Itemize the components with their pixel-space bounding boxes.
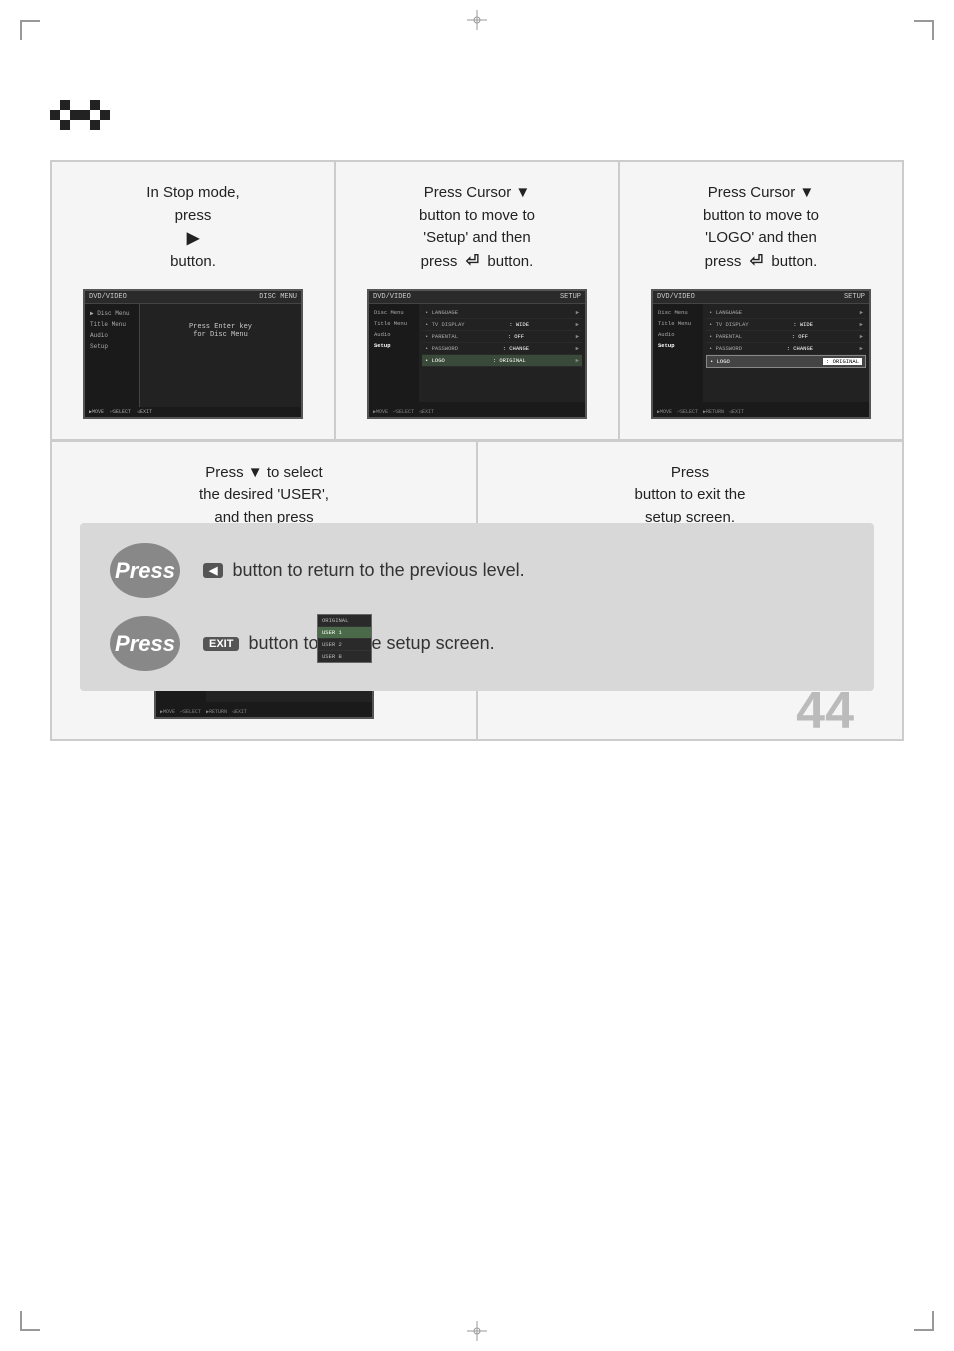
screen-4-footer: ▶MOVE ⏎SELECT ▶RETURN ◁EXIT [156, 707, 372, 717]
s3-disc-menu: Disc Menu [656, 307, 700, 318]
s3-setup: Setup [656, 340, 700, 351]
s2-title-menu: Title Menu [372, 318, 416, 329]
sidebar-title-menu: Title Menu [88, 319, 136, 330]
note-2-press-text: Press [115, 631, 175, 657]
screen-1-center-text: Press Enter keyfor Disc Menu [144, 308, 297, 339]
submenu-original: ORIGINAL [318, 615, 371, 627]
step-2-button-hint: ⏎ [466, 253, 479, 270]
main-content: In Stop mode,press▶button. DVD/VIDEO DIS… [50, 160, 904, 771]
crosshair-top [467, 10, 487, 30]
corner-mark-br [914, 1311, 934, 1331]
crosshair-bottom [467, 1321, 487, 1341]
screen-3-footer: ▶MOVE ⏎SELECT ▶RETURN ◁EXIT [653, 407, 869, 417]
screen-1-body: ▶ Disc Menu Title Menu Audio Setup Press… [85, 304, 301, 414]
step-5-text: Pressbutton to exit thesetup screen. [635, 462, 746, 530]
brand-logo-icon [50, 100, 110, 145]
note-1-content: ◀ button to return to the previous level… [200, 558, 525, 583]
s3-parental: • PARENTAL: OFF▶ [706, 331, 866, 343]
sidebar-disc-menu: ▶ Disc Menu [88, 308, 136, 319]
s2-audio: Audio [372, 329, 416, 340]
screen-2-sidebar: Disc Menu Title Menu Audio Setup [369, 304, 419, 402]
step-1-button-hint: ▶ [187, 230, 199, 247]
s2-disc-menu: Disc Menu [372, 307, 416, 318]
s3-logo: • LOGO: ORIGINAL [706, 355, 866, 368]
step-cell-1: In Stop mode,press▶button. DVD/VIDEO DIS… [51, 161, 335, 440]
screen-1-sidebar: ▶ Disc Menu Title Menu Audio Setup [85, 304, 140, 414]
note-1-badge: Press [110, 543, 180, 598]
note-row-1: Press ◀ button to return to the previous… [110, 543, 844, 598]
screen-1-mockup: DVD/VIDEO DISC MENU ▶ Disc Menu Title Me… [83, 289, 303, 419]
note-2-badge: Press [110, 616, 180, 671]
s3-audio: Audio [656, 329, 700, 340]
spacer-1 [50, 741, 904, 771]
logo-area [50, 100, 110, 150]
s2-setup: Setup [372, 340, 416, 351]
s3-tv-display: • TV DISPLAY: WIDE▶ [706, 319, 866, 331]
submenu-user2: USER 2 [318, 639, 371, 651]
note-1-button-icon: ◀ [203, 563, 223, 578]
screen-3-mockup: DVD/VIDEO SETUP Disc Menu Title Menu Aud… [651, 289, 871, 419]
steps-row-1: In Stop mode,press▶button. DVD/VIDEO DIS… [50, 160, 904, 441]
step-cell-2: Press Cursor ▼button to move to'Setup' a… [335, 161, 619, 440]
screen-2-body: Disc Menu Title Menu Audio Setup • LANGU… [369, 304, 585, 402]
corner-mark-tl [20, 20, 40, 40]
bottom-notes-section: Press ◀ button to return to the previous… [80, 523, 874, 691]
step-cell-3: Press Cursor ▼button to move to'LOGO' an… [619, 161, 903, 440]
sidebar-audio: Audio [88, 330, 136, 341]
screen-3-header: DVD/VIDEO SETUP [653, 291, 869, 304]
screen-1-header: DVD/VIDEO DISC MENU [85, 291, 301, 304]
screen-1-main: Press Enter keyfor Disc Menu [140, 304, 301, 414]
note-2-button-icon: EXIT [203, 637, 239, 651]
screen-1-footer: ▶MOVE ⏎SELECT ◁EXIT [85, 407, 301, 417]
s3-password: • PASSWORD: CHANGE▶ [706, 343, 866, 355]
step-3-text: Press Cursor ▼button to move to'LOGO' an… [703, 182, 819, 274]
corner-mark-bl [20, 1311, 40, 1331]
step-1-text: In Stop mode,press▶button. [146, 182, 239, 274]
page-number: 44 [796, 681, 854, 741]
s2-logo: • LOGO: ORIGINAL▶ [422, 355, 582, 367]
submenu-userb: USER B [318, 651, 371, 662]
screen-2-footer: ▶MOVE ⏎SELECT ◁EXIT [369, 407, 585, 417]
corner-mark-tr [914, 20, 934, 40]
submenu-overlay: ORIGINAL USER 1 USER 2 USER B [317, 614, 372, 663]
s3-language: • LANGUAGE▶ [706, 307, 866, 319]
note-1-press-text: Press [115, 558, 175, 584]
s2-tv-display: • TV DISPLAY: WIDE▶ [422, 319, 582, 331]
screen-3-body: Disc Menu Title Menu Audio Setup • LANGU… [653, 304, 869, 402]
s3-title-menu: Title Menu [656, 318, 700, 329]
step-3-button-hint: ⏎ [750, 253, 763, 270]
page-container: In Stop mode,press▶button. DVD/VIDEO DIS… [0, 0, 954, 1351]
note-1-description: button to return to the previous level. [232, 558, 524, 583]
screen-2-header: DVD/VIDEO SETUP [369, 291, 585, 304]
sidebar-setup: Setup [88, 341, 136, 352]
screen-3-sidebar: Disc Menu Title Menu Audio Setup [653, 304, 703, 402]
s2-language: • LANGUAGE▶ [422, 307, 582, 319]
note-row-2: Press EXIT button to exit the setup scre… [110, 616, 844, 671]
screen-2-main: • LANGUAGE▶ • TV DISPLAY: WIDE▶ • PARENT… [419, 304, 585, 402]
step-2-text: Press Cursor ▼button to move to'Setup' a… [419, 182, 535, 274]
screen-3-main: • LANGUAGE▶ • TV DISPLAY: WIDE▶ • PARENT… [703, 304, 869, 402]
s2-password: • PASSWORD: CHANGE▶ [422, 343, 582, 355]
s2-parental: • PARENTAL: OFF▶ [422, 331, 582, 343]
screen-2-mockup: DVD/VIDEO SETUP Disc Menu Title Menu Aud… [367, 289, 587, 419]
submenu-user1: USER 1 [318, 627, 371, 639]
